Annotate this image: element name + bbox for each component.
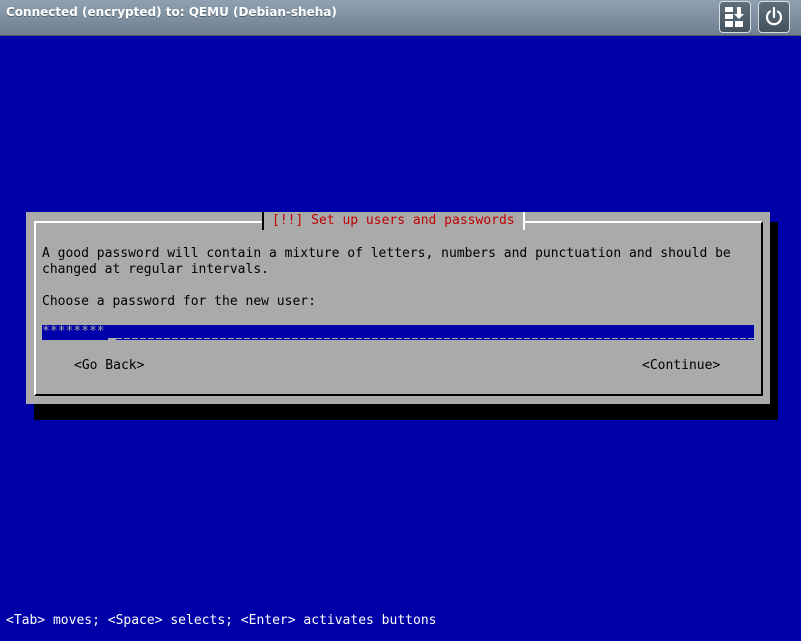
description-line-2: changed at regular intervals. <box>42 262 269 277</box>
installer-dialog: [!!] Set up users and passwords A good p… <box>26 212 770 404</box>
keyboard-help-statusbar: <Tab> moves; <Space> selects; <Enter> ac… <box>6 613 437 628</box>
vnc-titlebar: Connected (encrypted) to: QEMU (Debian-s… <box>0 0 801 36</box>
dialog-title: [!!] Set up users and passwords <box>262 212 525 230</box>
text-cursor <box>108 338 116 340</box>
password-prompt: Choose a password for the new user: <box>42 294 316 309</box>
description-line-1: A good password will contain a mixture o… <box>42 246 731 261</box>
password-value: ******** <box>42 324 105 339</box>
window-title: Connected (encrypted) to: QEMU (Debian-s… <box>6 5 337 19</box>
continue-button[interactable]: <Continue> <box>642 358 720 374</box>
send-keys-button[interactable] <box>719 1 751 33</box>
keyboard-send-keys-icon <box>725 7 744 27</box>
power-button[interactable] <box>758 1 790 33</box>
input-underline <box>116 338 754 339</box>
power-icon <box>765 6 783 26</box>
password-input[interactable]: ******** <box>42 324 754 340</box>
go-back-button[interactable]: <Go Back> <box>74 358 144 374</box>
